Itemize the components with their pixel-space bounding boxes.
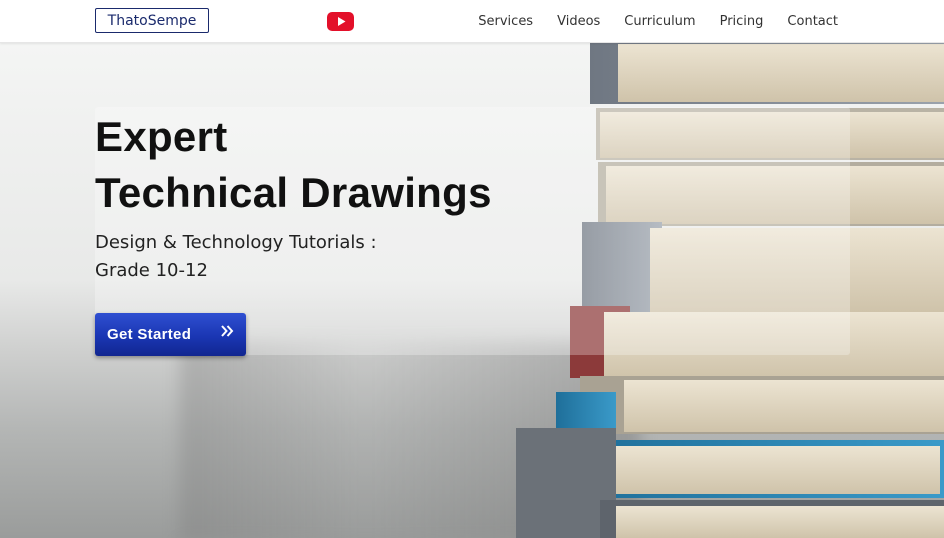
site-logo[interactable]: ThatoSempe — [95, 8, 209, 33]
get-started-button[interactable]: Get Started — [95, 313, 246, 356]
hero-subtitle-line2: Grade 10-12 — [95, 260, 208, 281]
nav-link-services[interactable]: Services — [478, 14, 533, 29]
hero-section: Expert Technical Drawings Design & Techn… — [0, 42, 944, 538]
nav-link-videos[interactable]: Videos — [557, 14, 600, 29]
top-navigation-bar: ThatoSempe Services Videos Curriculum Pr… — [0, 0, 944, 43]
hero-subtitle-line1: Design & Technology Tutorials : — [95, 232, 377, 253]
get-started-label: Get Started — [107, 326, 192, 343]
nav-link-curriculum[interactable]: Curriculum — [624, 14, 695, 29]
double-chevron-right-icon — [221, 325, 234, 337]
hero-title-line1: Expert — [95, 113, 228, 160]
youtube-icon[interactable] — [327, 12, 354, 31]
nav-link-contact[interactable]: Contact — [787, 14, 838, 29]
hero-title-line2: Technical Drawings — [95, 169, 492, 216]
site-logo-text: ThatoSempe — [107, 12, 197, 29]
nav-link-pricing[interactable]: Pricing — [720, 14, 764, 29]
main-nav: Services Videos Curriculum Pricing Conta… — [478, 0, 838, 42]
